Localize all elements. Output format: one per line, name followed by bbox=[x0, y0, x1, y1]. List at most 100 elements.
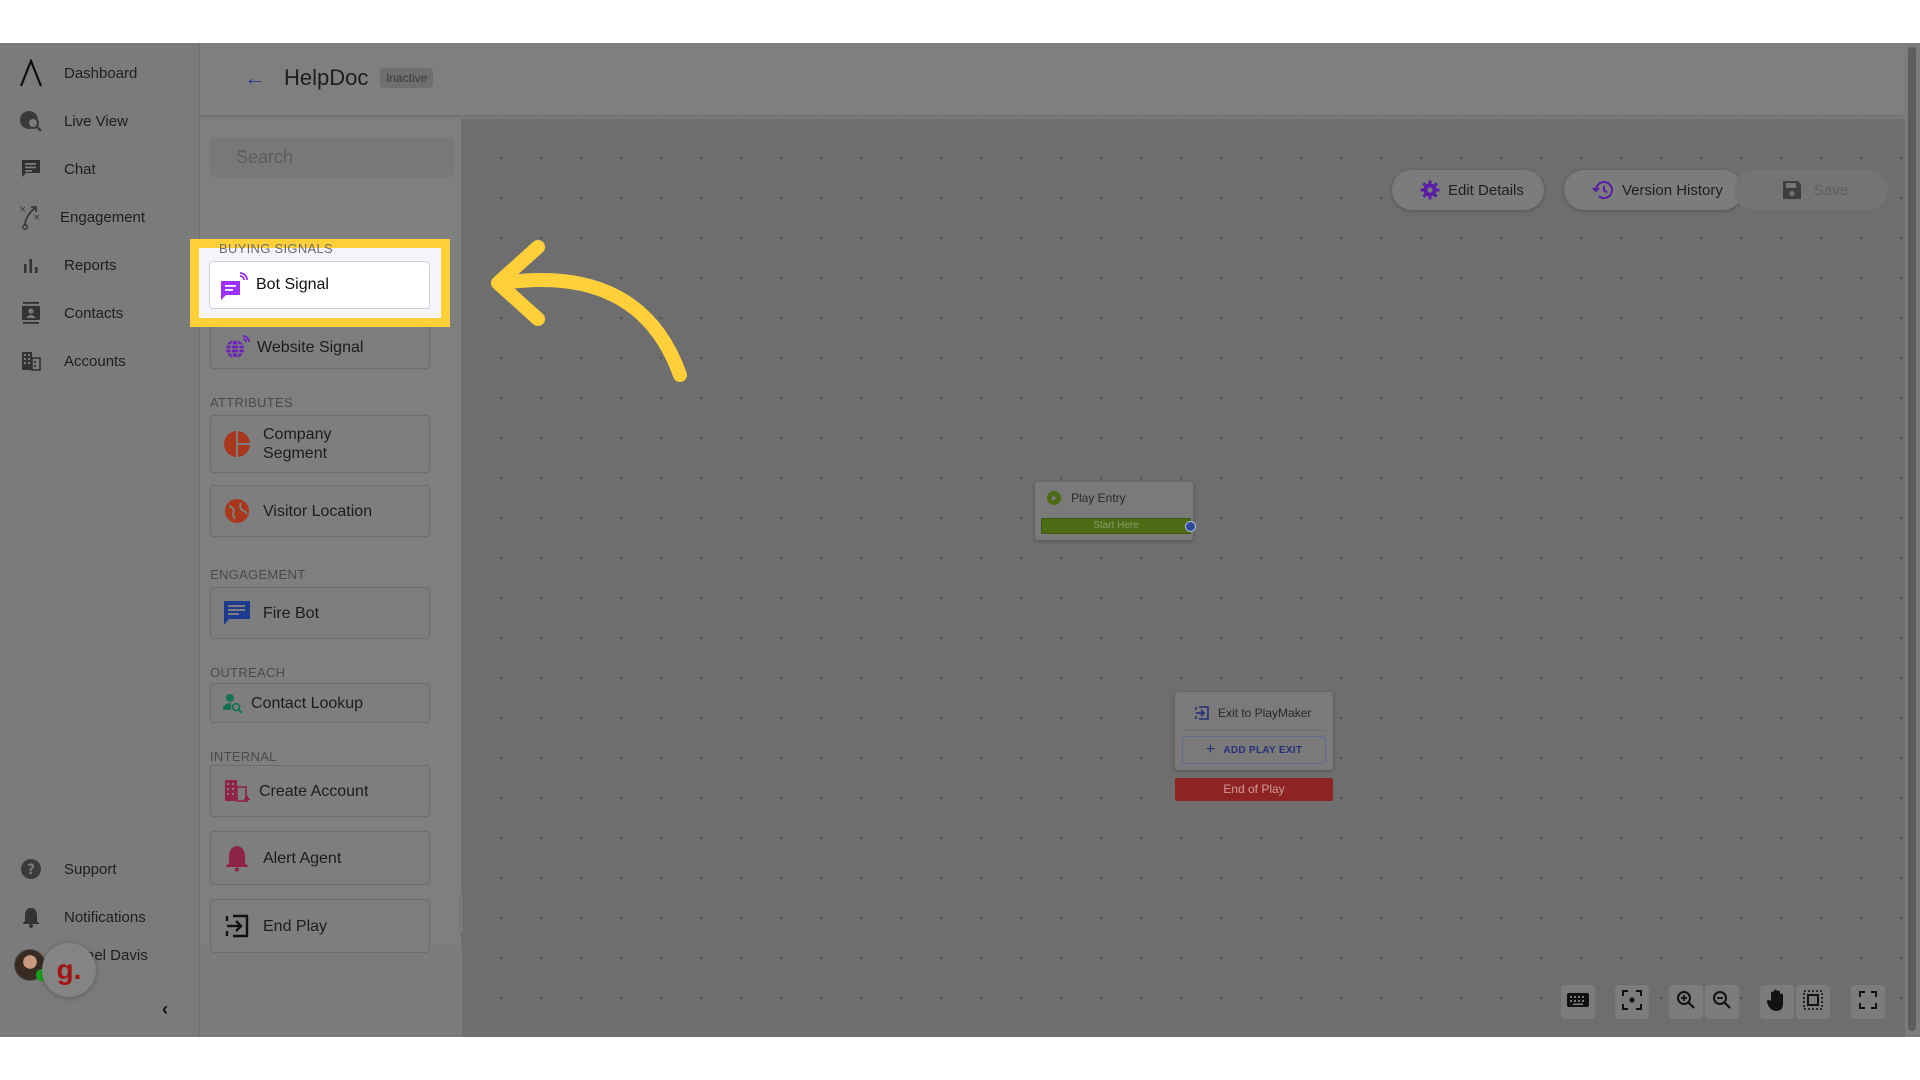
play-entry-node[interactable]: Play Entry Start Here bbox=[1035, 482, 1196, 540]
save-icon bbox=[1782, 180, 1802, 200]
website-signal-icon bbox=[223, 333, 251, 361]
pan-mode-button[interactable] bbox=[1760, 985, 1794, 1019]
highlight-box: BUYING SIGNALS Bot Signal bbox=[190, 239, 450, 327]
keyboard-shortcuts-button[interactable] bbox=[1561, 985, 1595, 1019]
add-connection-handle[interactable] bbox=[1185, 521, 1196, 532]
gear-icon bbox=[1420, 180, 1440, 200]
bell-icon bbox=[18, 904, 44, 930]
section-label-buying-signals: BUYING SIGNALS bbox=[219, 241, 334, 256]
add-play-exit-button[interactable]: + ADD PLAY EXIT bbox=[1182, 736, 1326, 764]
page-header: ← HelpDoc Inactive bbox=[200, 43, 1905, 117]
palette-item-bot-signal[interactable]: Bot Signal bbox=[209, 261, 430, 309]
help-icon: ? bbox=[18, 856, 44, 882]
sidebar-nav: Dashboard Live View Chat × × Engagement R… bbox=[0, 43, 200, 1037]
palette-item-fire-bot[interactable]: Fire Bot bbox=[210, 587, 430, 639]
edit-details-button[interactable]: Edit Details bbox=[1392, 170, 1544, 210]
node-title: Play Entry bbox=[1071, 491, 1126, 505]
section-label-outreach: OUTREACH bbox=[210, 665, 286, 680]
fit-view-icon bbox=[1622, 989, 1642, 1015]
select-mode-button[interactable] bbox=[1796, 985, 1830, 1019]
zoom-out-icon bbox=[1712, 990, 1732, 1015]
nav-item-contacts[interactable]: Contacts bbox=[0, 293, 200, 333]
scrollbar-thumb[interactable] bbox=[1908, 47, 1916, 1031]
palette-item-label: Fire Bot bbox=[263, 604, 320, 622]
hand-pan-icon bbox=[1765, 988, 1789, 1017]
zoom-out-button[interactable] bbox=[1705, 985, 1739, 1019]
palette-item-label: Bot Signal bbox=[256, 276, 329, 293]
nav-item-chat[interactable]: Chat bbox=[0, 149, 200, 189]
keyboard-icon bbox=[1567, 992, 1589, 1012]
section-label-attributes: ATTRIBUTES bbox=[210, 395, 293, 410]
exit-icon bbox=[223, 912, 251, 940]
nav-item-accounts[interactable]: Accounts bbox=[0, 341, 200, 381]
palette-item-end-play[interactable]: End Play bbox=[210, 899, 430, 953]
globe-icon bbox=[223, 497, 251, 525]
contact-card-icon bbox=[18, 300, 44, 326]
palette-item-contact-lookup[interactable]: Contact Lookup bbox=[210, 683, 430, 723]
palette-item-label: Visitor Location bbox=[263, 502, 373, 520]
nav-item-engagement[interactable]: × × Engagement bbox=[0, 197, 200, 237]
fit-view-button[interactable] bbox=[1615, 985, 1649, 1019]
chat-icon bbox=[18, 156, 44, 182]
app-window: Dashboard Live View Chat × × Engagement R… bbox=[0, 43, 1920, 1037]
palette-item-label: End Play bbox=[263, 917, 328, 935]
palette-item-company-segment[interactable]: Company Segment bbox=[210, 415, 430, 473]
palette-item-alert-agent[interactable]: Alert Agent bbox=[210, 831, 430, 885]
nav-label: Accounts bbox=[64, 352, 126, 370]
pie-segment-icon bbox=[223, 430, 251, 458]
nav-item-notifications[interactable]: Notifications bbox=[0, 897, 200, 937]
palette-item-website-signal[interactable]: Website Signal bbox=[210, 325, 430, 369]
palette-item-label: Alert Agent bbox=[263, 849, 342, 867]
nav-label: Contacts bbox=[64, 304, 124, 322]
bell-icon bbox=[223, 844, 251, 872]
palette-item-label: Create Account bbox=[259, 782, 369, 800]
nav-label: Chat bbox=[64, 160, 96, 178]
building-icon bbox=[18, 348, 44, 374]
plus-icon: + bbox=[1205, 741, 1216, 758]
user-name[interactable]: ael Davis bbox=[86, 947, 148, 964]
nav-item-support[interactable]: ? Support bbox=[0, 849, 200, 889]
bot-signal-icon bbox=[220, 272, 248, 300]
svg-text:×: × bbox=[19, 205, 27, 215]
palette-item-create-account[interactable]: Create Account bbox=[210, 765, 430, 817]
nav-label: Engagement bbox=[60, 208, 146, 226]
g-badge-widget[interactable]: g. bbox=[42, 943, 96, 997]
palette-item-label: Website Signal bbox=[257, 338, 364, 356]
nav-item-live-view[interactable]: Live View bbox=[0, 101, 200, 141]
bar-chart-icon bbox=[18, 252, 44, 278]
svg-text:×: × bbox=[33, 213, 41, 223]
zoom-in-icon bbox=[1676, 990, 1696, 1015]
svg-text:?: ? bbox=[27, 862, 35, 878]
version-history-label: Version History bbox=[1622, 181, 1723, 199]
person-search-icon bbox=[219, 689, 247, 717]
start-here-output[interactable]: Start Here bbox=[1041, 518, 1191, 534]
zoom-in-button[interactable] bbox=[1669, 985, 1703, 1019]
nav-item-dashboard[interactable]: Dashboard bbox=[0, 53, 200, 93]
fullscreen-icon bbox=[1859, 990, 1877, 1014]
edit-details-label: Edit Details bbox=[1448, 181, 1524, 199]
chevron-left-icon[interactable]: ‹ bbox=[162, 999, 168, 1020]
save-button[interactable]: Save bbox=[1734, 170, 1888, 210]
fullscreen-button[interactable] bbox=[1851, 985, 1885, 1019]
nav-label: Support bbox=[64, 860, 117, 878]
globe-search-icon bbox=[18, 108, 44, 134]
page-title: HelpDoc bbox=[284, 65, 369, 90]
strategy-icon: × × bbox=[18, 204, 44, 230]
version-history-button[interactable]: Version History bbox=[1564, 170, 1743, 210]
search-input[interactable] bbox=[210, 137, 454, 177]
nav-item-reports[interactable]: Reports bbox=[0, 245, 200, 285]
nav-label: Reports bbox=[64, 256, 117, 274]
exit-node[interactable]: Exit to PlayMaker + ADD PLAY EXIT bbox=[1175, 692, 1333, 770]
select-area-icon bbox=[1803, 989, 1823, 1015]
nav-label: Notifications bbox=[64, 908, 146, 926]
add-play-exit-label: ADD PLAY EXIT bbox=[1223, 744, 1303, 756]
save-label: Save bbox=[1814, 181, 1849, 199]
palette-item-visitor-location[interactable]: Visitor Location bbox=[210, 485, 430, 537]
history-icon bbox=[1592, 180, 1614, 200]
nav-label: Live View bbox=[64, 112, 128, 130]
status-badge: Inactive bbox=[380, 68, 434, 88]
vertical-scrollbar[interactable] bbox=[1905, 43, 1920, 1037]
arrow-left-icon[interactable]: ← bbox=[244, 65, 266, 91]
flow-canvas[interactable]: Edit Details Version History Save Play E… bbox=[462, 119, 1905, 1037]
end-of-play-node[interactable]: End of Play bbox=[1175, 778, 1333, 801]
